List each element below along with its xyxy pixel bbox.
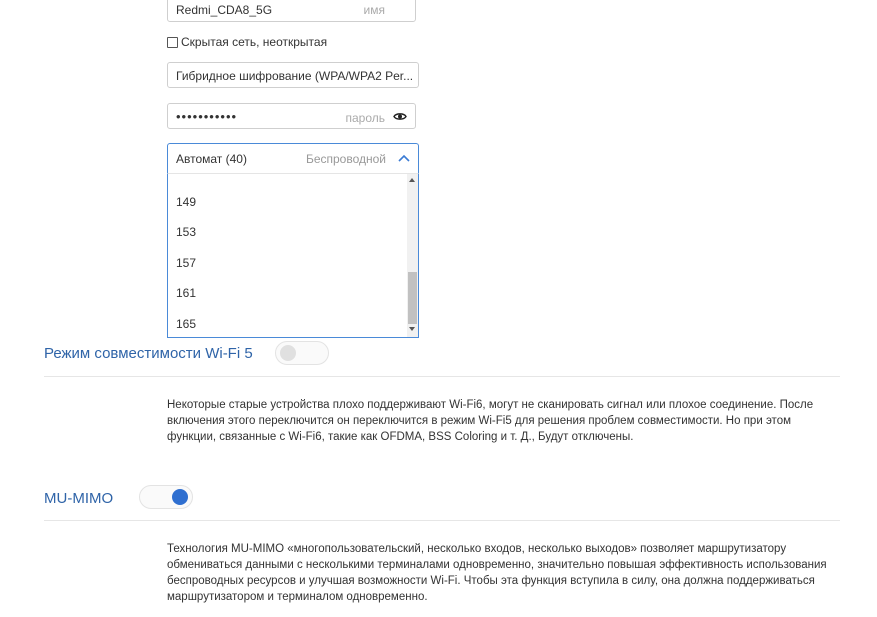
scroll-up-arrow-icon[interactable] [409, 178, 415, 182]
toggle-knob [172, 489, 188, 505]
channel-option[interactable]: 149 [176, 195, 196, 209]
ssid-input[interactable]: Redmi_CDA8_5G имя [167, 0, 416, 22]
divider [44, 376, 840, 377]
channel-option[interactable]: 153 [176, 225, 196, 239]
hidden-network-row[interactable]: Скрытая сеть, неоткрытая [167, 35, 327, 49]
channel-dropdown-list[interactable]: · · · · 149 153 157 161 165 [167, 173, 419, 338]
divider [44, 520, 840, 521]
mu-mimo-toggle[interactable] [139, 485, 193, 509]
hidden-network-label: Скрытая сеть, неоткрытая [181, 35, 328, 49]
eye-icon[interactable] [393, 112, 407, 121]
channel-select[interactable]: Автомат (40) Беспроводной [167, 143, 419, 173]
partial-option: · · · · [194, 173, 216, 179]
ssid-placeholder: имя [363, 3, 385, 17]
scroll-down-arrow-icon[interactable] [409, 327, 415, 331]
channel-hint: Беспроводной [305, 152, 386, 166]
wifi5-compat-description: Некоторые старые устройства плохо поддер… [167, 399, 814, 443]
password-value: ••••••••••• [176, 109, 238, 124]
scrollbar[interactable] [407, 174, 418, 337]
channel-option[interactable]: 157 [176, 256, 196, 270]
toggle-knob [280, 345, 296, 361]
wifi5-compat-title: Режим совместимости Wi-Fi 5 [44, 345, 253, 362]
channel-value: Автомат (40) [176, 152, 247, 166]
hidden-network-checkbox[interactable] [167, 36, 178, 48]
password-placeholder: пароль [345, 111, 385, 125]
scrollbar-thumb[interactable] [408, 272, 417, 324]
channel-option[interactable]: 161 [176, 286, 196, 300]
mu-mimo-title: MU-MIMO [44, 490, 114, 507]
encryption-value: Гибридное шифрование (WPA/WPA2 Per... [176, 69, 414, 83]
channel-option[interactable]: 165 [176, 317, 196, 331]
chevron-up-icon[interactable] [398, 154, 410, 162]
mu-mimo-description: Технология MU-MIMO «многопользовательски… [167, 543, 827, 603]
ssid-value: Redmi_CDA8_5G [176, 3, 273, 17]
wifi5-compat-toggle[interactable] [275, 341, 329, 365]
password-input[interactable]: ••••••••••• пароль [167, 103, 416, 129]
encryption-select[interactable]: Гибридное шифрование (WPA/WPA2 Per... [167, 62, 419, 88]
